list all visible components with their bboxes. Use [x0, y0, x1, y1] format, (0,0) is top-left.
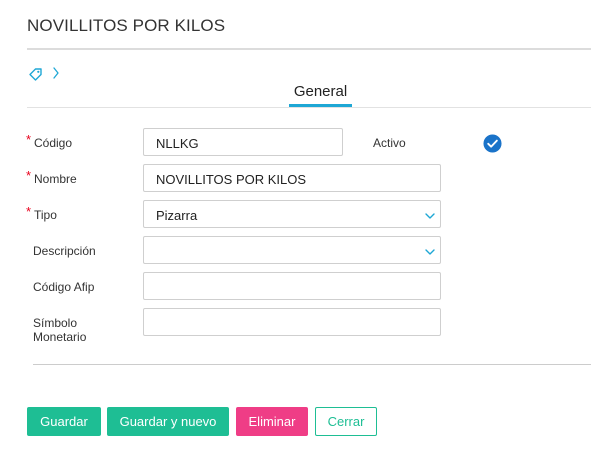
tabs-divider [27, 107, 591, 108]
tag-icon[interactable] [28, 66, 44, 82]
required-marker: * [26, 204, 32, 219]
codigo-afip-field[interactable] [143, 272, 441, 300]
nombre-value: NOVILLITOS POR KILOS [156, 172, 307, 187]
simbolo-monetario-field[interactable] [143, 308, 441, 336]
eliminar-button[interactable]: Eliminar [236, 407, 308, 436]
required-marker: * [26, 168, 32, 183]
descripcion-label: Descripción [33, 244, 96, 258]
simbolo-label-line1: Símbolo [33, 316, 78, 330]
chevron-right-icon[interactable] [52, 66, 60, 80]
codigo-afip-label: Código Afip [33, 280, 95, 294]
page-title: NOVILLITOS POR KILOS [27, 16, 226, 35]
nombre-label: Nombre [34, 172, 77, 186]
required-marker: * [26, 132, 32, 147]
simbolo-label-line2: Monetario [33, 330, 87, 344]
tipo-value: Pizarra [156, 208, 198, 223]
form-divider [33, 364, 591, 365]
chevron-down-icon[interactable] [424, 211, 436, 221]
nombre-field[interactable]: NOVILLITOS POR KILOS [143, 164, 441, 192]
descripcion-select[interactable] [143, 236, 441, 264]
activo-label: Activo [373, 136, 406, 150]
cerrar-button[interactable]: Cerrar [315, 407, 377, 436]
codigo-label: Código [34, 136, 73, 150]
activo-checkbox-checked-icon[interactable] [483, 134, 502, 153]
title-divider [27, 48, 591, 50]
codigo-value: NLLKG [156, 136, 199, 151]
tipo-label: Tipo [34, 208, 57, 222]
guardar-button[interactable]: Guardar [27, 407, 101, 436]
tipo-select[interactable]: Pizarra [143, 200, 441, 228]
form-window: NOVILLITOS POR KILOS General * Código NL… [0, 0, 591, 456]
tab-general[interactable]: General [289, 83, 352, 100]
guardar-y-nuevo-button[interactable]: Guardar y nuevo [107, 407, 229, 436]
codigo-field[interactable]: NLLKG [143, 128, 343, 156]
chevron-down-icon[interactable] [424, 247, 436, 257]
